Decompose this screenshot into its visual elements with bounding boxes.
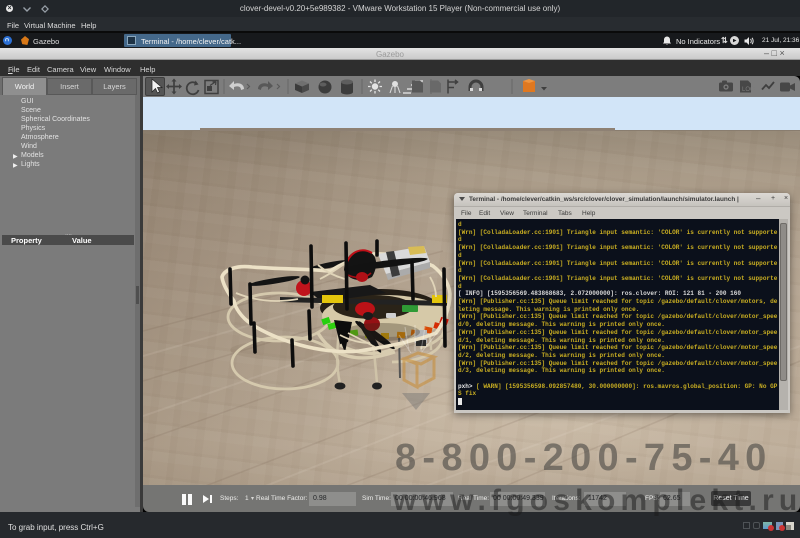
svg-text:LOG: LOG — [742, 87, 755, 93]
